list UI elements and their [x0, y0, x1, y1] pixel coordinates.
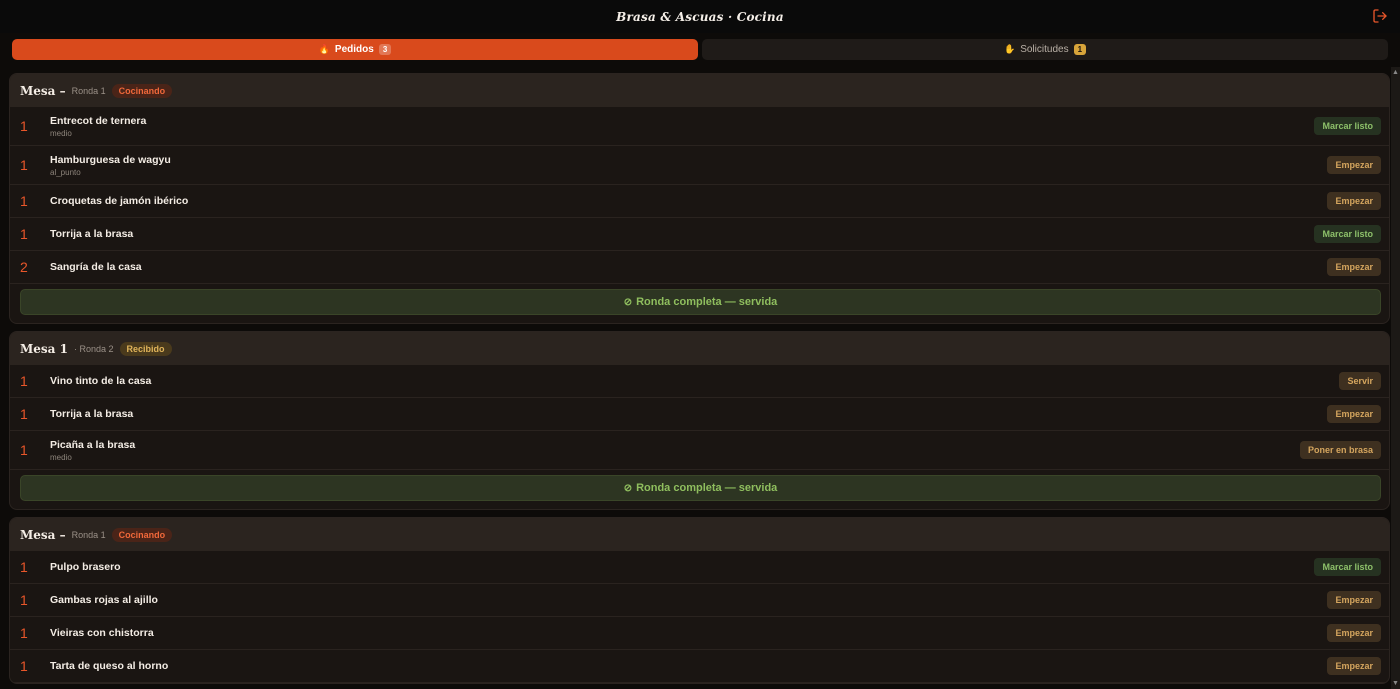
order-item: 1 Entrecot de ternera medio Marcar listo — [10, 107, 1389, 146]
round-label: Ronda 1 — [71, 529, 106, 540]
item-quantity: 1 — [20, 592, 28, 608]
order-item: 1 Torrija a la brasa Empezar — [10, 398, 1389, 431]
item-quantity: 1 — [20, 193, 28, 209]
order-item: 1 Picaña a la brasa medio Poner en brasa — [10, 431, 1389, 470]
order-item: 1 Vieiras con chistorra Empezar — [10, 617, 1389, 650]
item-name: Gambas rojas al ajillo — [50, 594, 158, 606]
item-action-button[interactable]: Marcar listo — [1314, 117, 1381, 135]
order-item: 1 Vino tinto de la casa Servir — [10, 365, 1389, 398]
item-action-button[interactable]: Empezar — [1327, 192, 1381, 210]
item-note: medio — [50, 452, 72, 462]
item-name: Sangría de la casa — [50, 261, 142, 273]
item-note: medio — [50, 128, 72, 138]
item-quantity: 1 — [20, 442, 28, 458]
order-card: Mesa – Ronda 1 Cocinando 1 Entrecot de t… — [9, 73, 1390, 324]
table-label: Mesa – — [20, 527, 66, 542]
tab-bar: 🔥 Pedidos 3 ✋ Solicitudes 1 — [0, 33, 1400, 60]
item-action-button[interactable]: Marcar listo — [1314, 225, 1381, 243]
item-quantity: 1 — [20, 118, 28, 134]
tab-solicitudes[interactable]: ✋ Solicitudes 1 — [702, 39, 1388, 60]
item-action-button[interactable]: Empezar — [1327, 405, 1381, 423]
status-badge: Cocinando — [111, 527, 173, 542]
item-action-button[interactable]: Empezar — [1327, 591, 1381, 609]
item-quantity: 1 — [20, 406, 28, 422]
item-name: Hamburguesa de wagyu — [50, 153, 171, 166]
item-note: al_punto — [50, 167, 81, 177]
check-circle-icon: ⊘ — [623, 296, 633, 308]
item-name: Pulpo brasero — [50, 561, 121, 573]
scroll-down-icon[interactable]: ▼ — [1392, 680, 1399, 687]
item-quantity: 2 — [20, 259, 28, 275]
item-name: Picaña a la brasa — [50, 438, 136, 451]
item-action-button[interactable]: Empezar — [1327, 258, 1381, 276]
item-name: Vieiras con chistorra — [50, 627, 154, 639]
tab-label: Pedidos — [334, 44, 374, 55]
item-name: Tarta de queso al horno — [50, 660, 169, 672]
order-header: Mesa – Ronda 1 Cocinando — [10, 518, 1389, 551]
round-label: · Ronda 2 — [73, 343, 114, 354]
scroll-up-icon[interactable]: ▲ — [1392, 69, 1399, 76]
round-complete-button[interactable]: ⊘ Ronda completa — servida — [20, 475, 1381, 501]
item-action-button[interactable]: Empezar — [1327, 156, 1381, 174]
item-action-button[interactable]: Servir — [1339, 372, 1381, 390]
order-header: Mesa 1 · Ronda 2 Recibido — [10, 332, 1389, 365]
tab-pedidos[interactable]: 🔥 Pedidos 3 — [12, 39, 698, 60]
status-badge: Recibido — [119, 341, 172, 356]
order-item: 1 Pulpo brasero Marcar listo — [10, 551, 1389, 584]
round-complete-button[interactable]: ⊘ Ronda completa — servida — [20, 289, 1381, 315]
item-action-button[interactable]: Poner en brasa — [1299, 441, 1381, 459]
status-badge: Cocinando — [111, 83, 173, 98]
order-item: 2 Sangría de la casa Empezar — [10, 251, 1389, 284]
hand-icon: ✋ — [1003, 44, 1016, 54]
item-action-button[interactable]: Empezar — [1327, 624, 1381, 642]
round-complete-label: Ronda completa — servida — [636, 482, 778, 494]
order-header: Mesa – Ronda 1 Cocinando — [10, 74, 1389, 107]
round-complete-label: Ronda completa — servida — [636, 296, 778, 308]
orders-list: Mesa – Ronda 1 Cocinando 1 Entrecot de t… — [0, 67, 1400, 689]
logout-icon[interactable] — [1372, 8, 1388, 24]
order-item: 1 Hamburguesa de wagyu al_punto Empezar — [10, 146, 1389, 185]
scrollbar[interactable] — [1391, 67, 1400, 689]
table-label: Mesa 1 — [20, 341, 68, 356]
order-card: Mesa – Ronda 1 Cocinando 1 Pulpo brasero… — [9, 517, 1390, 684]
item-name: Entrecot de ternera — [50, 114, 147, 127]
order-item: 1 Croquetas de jamón ibérico Empezar — [10, 185, 1389, 218]
item-action-button[interactable]: Empezar — [1327, 657, 1381, 675]
item-quantity: 1 — [20, 625, 28, 641]
flame-icon: 🔥 — [318, 44, 330, 54]
top-bar: Brasa & Ascuas · Cocina — [0, 0, 1400, 33]
order-item: 1 Torrija a la brasa Marcar listo — [10, 218, 1389, 251]
item-name: Croquetas de jamón ibérico — [50, 195, 189, 207]
order-item: 1 Gambas rojas al ajillo Empezar — [10, 584, 1389, 617]
round-label: Ronda 1 — [71, 85, 106, 96]
item-name: Vino tinto de la casa — [50, 375, 152, 387]
item-quantity: 1 — [20, 559, 28, 575]
item-name: Torrija a la brasa — [50, 408, 134, 420]
count-badge: 3 — [378, 44, 392, 55]
order-card: Mesa 1 · Ronda 2 Recibido 1 Vino tinto d… — [9, 331, 1390, 510]
item-quantity: 1 — [20, 226, 28, 242]
item-quantity: 1 — [20, 157, 28, 173]
app-title: Brasa & Ascuas · Cocina — [616, 9, 784, 24]
item-quantity: 1 — [20, 658, 28, 674]
order-item: 1 Tarta de queso al horno Empezar — [10, 650, 1389, 683]
check-circle-icon: ⊘ — [623, 482, 633, 494]
count-badge: 1 — [1073, 44, 1087, 55]
item-quantity: 1 — [20, 373, 28, 389]
item-action-button[interactable]: Marcar listo — [1314, 558, 1381, 576]
tab-label: Solicitudes — [1020, 44, 1069, 55]
item-name: Torrija a la brasa — [50, 228, 134, 240]
table-label: Mesa – — [20, 83, 66, 98]
